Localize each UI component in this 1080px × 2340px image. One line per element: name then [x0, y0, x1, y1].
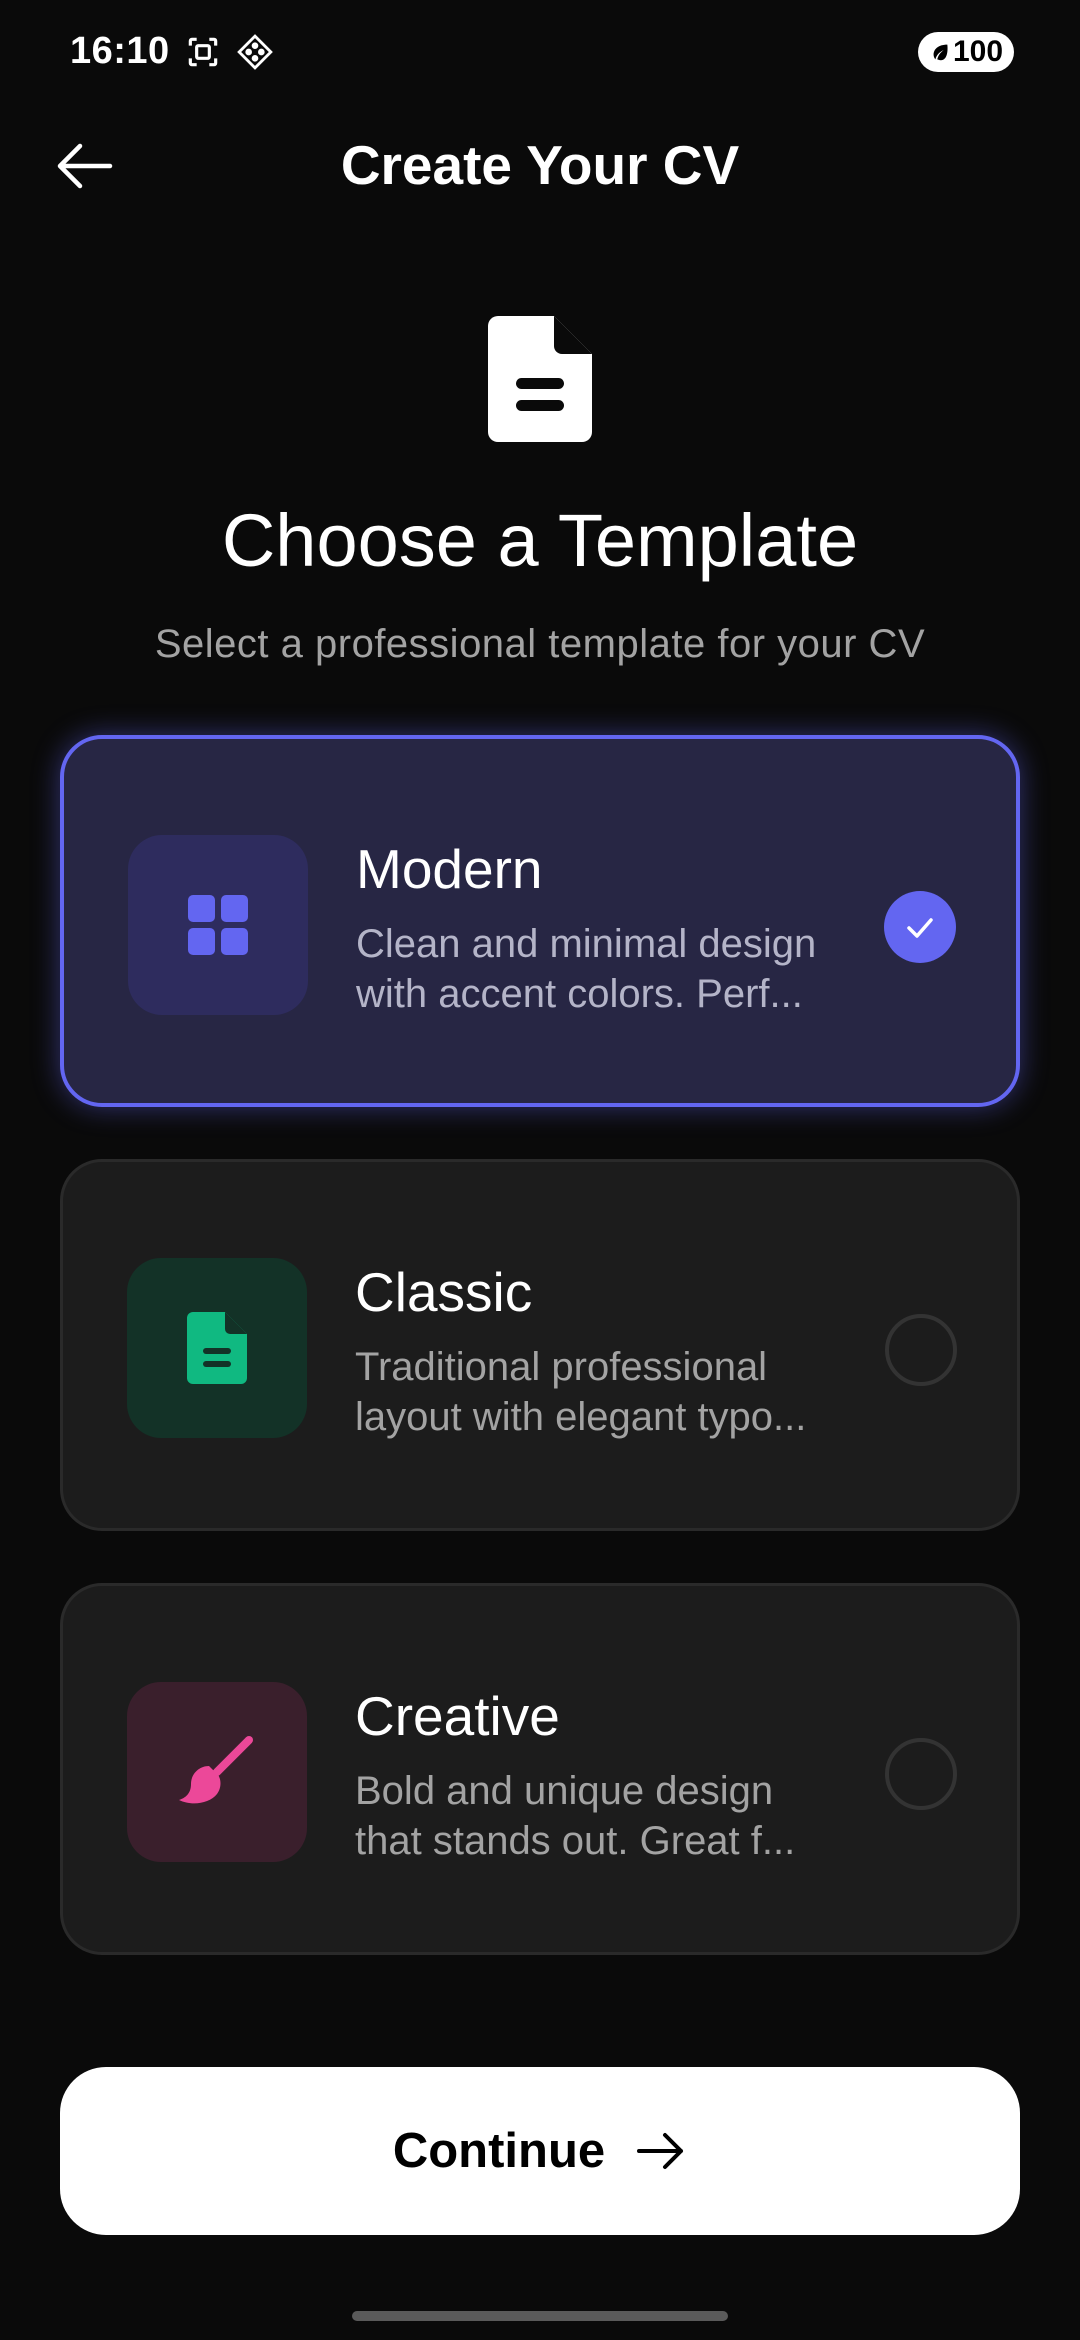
template-card-classic[interactable]: Classic Traditional professional layout … [60, 1159, 1020, 1531]
template-thumbnail-creative [127, 1682, 307, 1862]
screenshot-icon [188, 37, 218, 67]
continue-button-label: Continue [392, 2124, 606, 2178]
template-thumbnail-modern [128, 835, 308, 1015]
battery-level: 100 [952, 35, 1004, 68]
create-cv-screen: 16:10 100 Create Your CV Choose a Templa… [0, 0, 1080, 2340]
app-title: Create Your CV [340, 134, 740, 196]
page-subheading: Select a professional template for your … [154, 622, 926, 666]
home-indicator[interactable] [352, 2311, 728, 2321]
arrow-right-icon [637, 2133, 684, 2169]
grid-icon [188, 895, 248, 955]
status-bar: 16:10 100 [0, 0, 1080, 104]
template-description: Traditional professional layout with ele… [355, 1345, 807, 1439]
assistant-icon [237, 34, 273, 70]
battery-saver-icon [933, 44, 948, 61]
template-description: Bold and unique design that stands out. … [355, 1769, 796, 1863]
checkmark-icon [907, 918, 933, 938]
battery-indicator: 100 [918, 32, 1014, 72]
template-radio[interactable] [885, 1314, 957, 1386]
status-time: 16:10 [70, 30, 170, 72]
template-thumbnail-classic [127, 1258, 307, 1438]
paintbrush-icon [179, 1736, 253, 1804]
status-icons [184, 33, 274, 71]
template-title: Creative [355, 1685, 560, 1747]
document-icon [488, 316, 592, 442]
page-heading: Choose a Template [221, 499, 859, 582]
template-description: Clean and minimal design with accent col… [356, 922, 817, 1016]
template-card-modern[interactable]: Modern Clean and minimal design with acc… [60, 735, 1020, 1107]
template-title: Modern [356, 838, 543, 900]
template-radio-selected[interactable] [884, 891, 956, 963]
template-title: Classic [355, 1261, 533, 1323]
continue-button[interactable]: Continue [60, 2067, 1020, 2235]
template-radio[interactable] [885, 1738, 957, 1810]
document-icon [187, 1312, 247, 1384]
template-card-creative[interactable]: Creative Bold and unique design that sta… [60, 1583, 1020, 1955]
